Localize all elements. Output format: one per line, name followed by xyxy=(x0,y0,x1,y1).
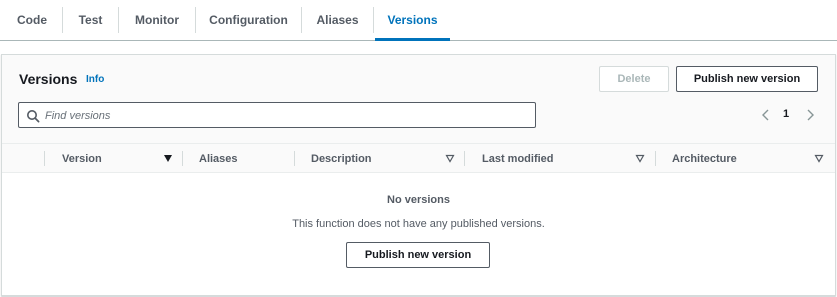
info-link[interactable]: Info xyxy=(86,74,104,85)
chevron-right-icon[interactable] xyxy=(803,107,817,123)
column-header-description[interactable]: Description xyxy=(311,144,461,173)
page-number[interactable]: 1 xyxy=(783,108,789,120)
column-label: Architecture xyxy=(672,152,737,165)
sort-icon xyxy=(814,154,824,163)
column-header-architecture[interactable]: Architecture xyxy=(672,144,826,173)
tab-label: Test xyxy=(78,13,103,27)
delete-button[interactable]: Delete xyxy=(599,66,669,92)
versions-panel: Versions Info Delete Publish new version… xyxy=(1,54,836,296)
tab-label: Aliases xyxy=(316,13,359,27)
tab-label: Code xyxy=(17,13,47,27)
column-divider xyxy=(464,151,465,166)
publish-new-version-button[interactable]: Publish new version xyxy=(676,66,818,92)
tab-configuration[interactable]: Configuration xyxy=(196,0,301,40)
empty-state-title: No versions xyxy=(387,194,450,206)
column-divider xyxy=(182,151,183,166)
empty-state-publish-button[interactable]: Publish new version xyxy=(346,242,490,268)
column-label: Description xyxy=(311,152,372,165)
empty-state-description: This function does not have any publishe… xyxy=(292,218,545,230)
tab-bar: Code Test Monitor Configuration Aliases … xyxy=(0,0,837,41)
column-divider xyxy=(655,151,656,166)
column-label: Last modified xyxy=(482,152,554,165)
search-input[interactable] xyxy=(45,107,525,124)
sort-descending-icon xyxy=(164,155,172,162)
column-label: Aliases xyxy=(199,152,238,165)
tab-label: Monitor xyxy=(135,13,179,27)
tab-versions[interactable]: Versions xyxy=(375,0,450,41)
tab-aliases[interactable]: Aliases xyxy=(302,0,373,40)
tab-code[interactable]: Code xyxy=(6,0,58,40)
chevron-left-icon[interactable] xyxy=(759,107,773,123)
panel-title: Versions xyxy=(19,71,78,87)
sort-icon xyxy=(445,154,455,163)
tab-label: Versions xyxy=(387,13,438,27)
column-label: Version xyxy=(62,152,102,165)
table-header: Version Aliases Description Last modifie… xyxy=(2,143,835,173)
column-header-last-modified[interactable]: Last modified xyxy=(482,144,647,173)
column-divider xyxy=(44,151,45,166)
column-header-aliases[interactable]: Aliases xyxy=(199,144,293,173)
tab-divider xyxy=(373,7,374,33)
search-field[interactable] xyxy=(18,102,536,128)
panel-header: Versions Info Delete Publish new version… xyxy=(2,55,835,143)
tab-monitor[interactable]: Monitor xyxy=(119,0,195,40)
search-icon xyxy=(27,110,40,123)
tab-test[interactable]: Test xyxy=(63,0,118,40)
tab-label: Configuration xyxy=(209,13,288,27)
column-header-version[interactable]: Version xyxy=(62,144,180,173)
column-divider xyxy=(294,151,295,166)
sort-icon xyxy=(635,154,645,163)
